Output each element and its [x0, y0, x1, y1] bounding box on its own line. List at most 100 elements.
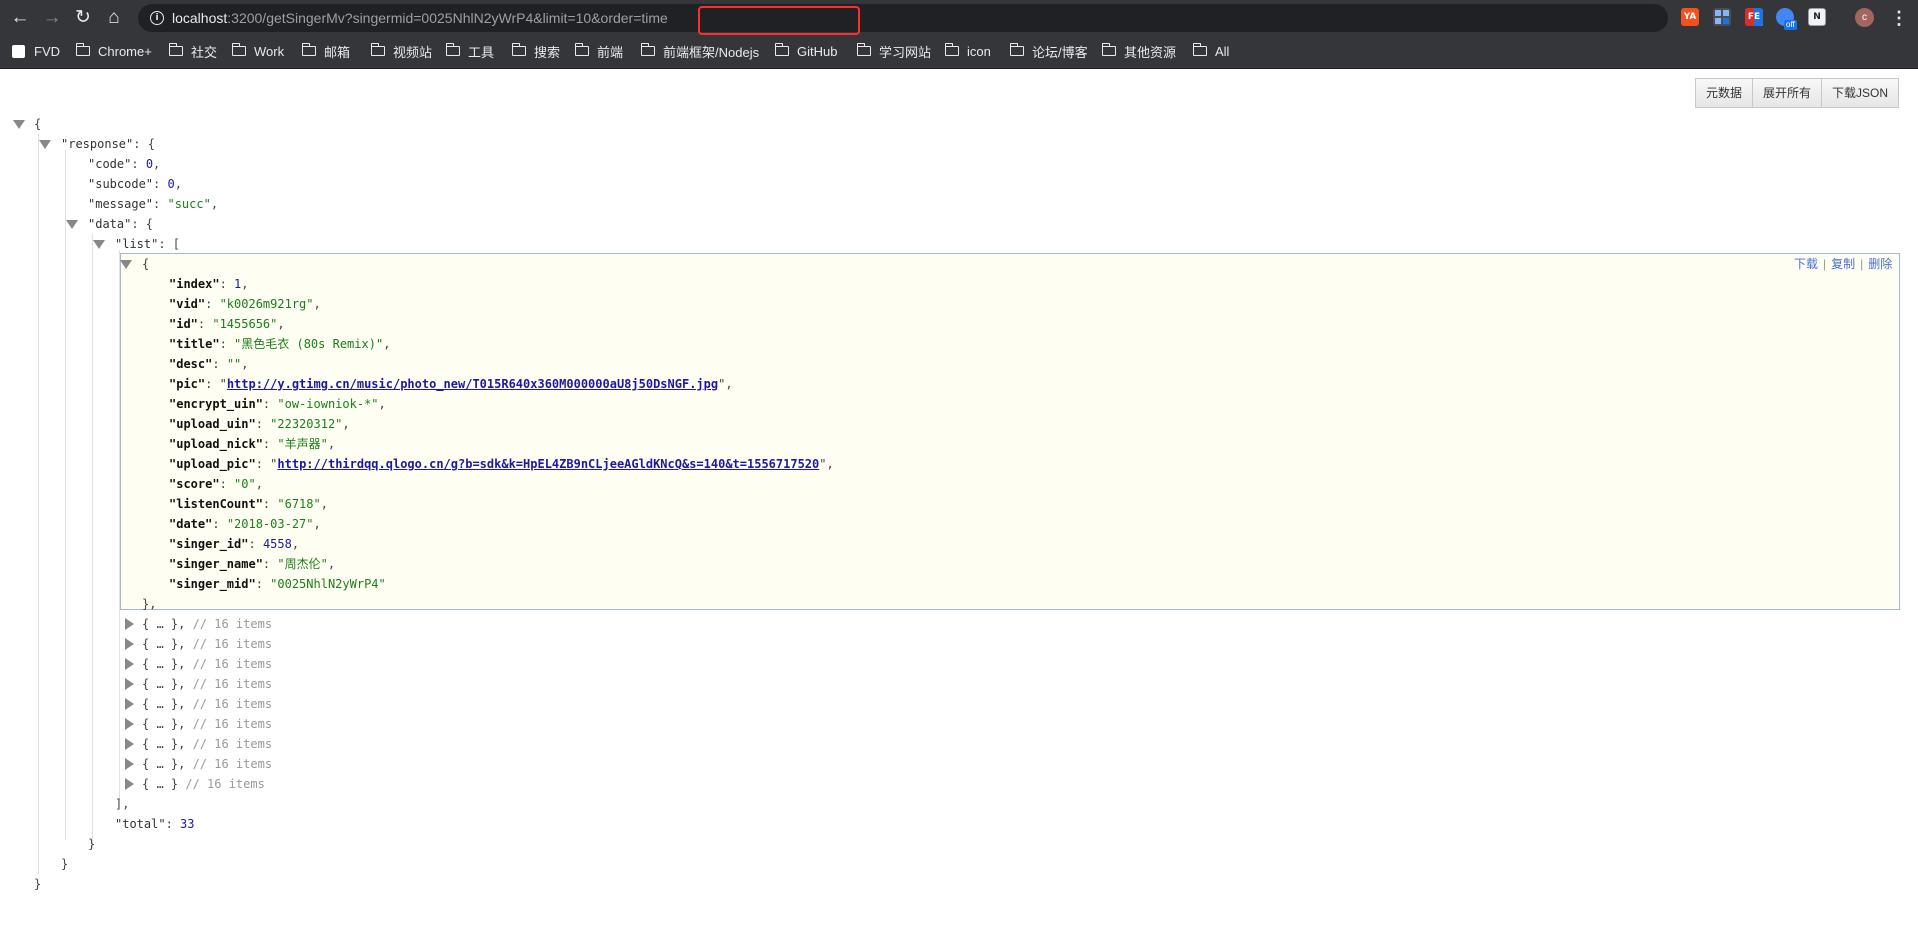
bookmark-item[interactable]: 论坛/博客	[1009, 36, 1088, 66]
json-key: "listenCount"	[169, 497, 263, 511]
expand-all-button[interactable]: 展开所有	[1752, 78, 1823, 108]
collapse-toggle-icon[interactable]	[39, 140, 51, 149]
bookmark-item[interactable]: 前端	[574, 36, 624, 66]
json-message-line: "message": "succ",	[88, 197, 219, 211]
json-item-open: {	[142, 257, 150, 271]
expand-toggle-icon[interactable]	[125, 758, 134, 770]
expand-toggle-icon[interactable]	[125, 718, 134, 730]
url-text[interactable]: localhost:3200/getSingerMv?singermid=002…	[172, 4, 668, 32]
bookmark-item[interactable]: 视频站	[370, 36, 432, 66]
expand-toggle-icon[interactable]	[125, 778, 134, 790]
json-collapsed-item: { … }, // 16 items	[142, 737, 273, 751]
json-data-line: "data": {	[88, 217, 154, 231]
delete-link[interactable]: 删除	[1868, 257, 1892, 271]
bookmark-item[interactable]: All	[1192, 36, 1229, 66]
json-link-value[interactable]: http://y.gtimg.cn/music/photo_new/T015R6…	[227, 377, 718, 391]
collapse-toggle-icon[interactable]	[93, 240, 105, 249]
json-field-line: "pic": "http://y.gtimg.cn/music/photo_ne…	[169, 377, 733, 391]
bookmark-label: 工具	[468, 44, 495, 60]
json-item-count-comment: // 16 items	[185, 777, 265, 791]
raw-data-button[interactable]: 元数据	[1695, 78, 1754, 108]
extension-ya-icon[interactable]: YA	[1681, 8, 1699, 26]
collapse-toggle-icon[interactable]	[66, 220, 78, 229]
bookmark-item[interactable]: 社交	[168, 36, 217, 66]
json-string: "6718"	[277, 497, 321, 511]
collapse-toggle-icon[interactable]	[13, 120, 25, 129]
forward-arrow-icon[interactable]: →	[40, 6, 64, 30]
url-path: :3200/getSingerMv?singermid=0025NhlN2yWr…	[227, 10, 668, 26]
json-field-line: "score": "0",	[169, 477, 263, 491]
json-item-count-comment: // 16 items	[192, 697, 273, 711]
json-key: "upload_nick"	[169, 437, 263, 451]
expand-toggle-icon[interactable]	[125, 698, 134, 710]
json-response-close: }	[61, 857, 69, 871]
expand-toggle-icon[interactable]	[125, 738, 134, 750]
json-link-value[interactable]: http://thirdqq.qlogo.cn/g?b=sdk&k=HpEL4Z…	[277, 457, 819, 471]
url-host: localhost	[172, 10, 228, 26]
folder-icon	[301, 43, 316, 56]
bookmark-label: 前端	[597, 44, 624, 60]
browser-toolbar: ← → ↻ ⌂ i localhost:3200/getSingerMv?sin…	[0, 0, 1918, 36]
json-number: 1	[234, 277, 242, 291]
site-info-icon[interactable]: i	[150, 11, 164, 25]
bookmark-item[interactable]: 邮箱	[301, 36, 350, 66]
json-item-count-comment: // 16 items	[192, 617, 273, 631]
json-collapsed-item: { … }, // 16 items	[142, 637, 273, 651]
folder-icon	[774, 43, 789, 56]
json-collapsed-item: { … }, // 16 items	[142, 697, 273, 711]
bookmark-item[interactable]: Chrome+	[75, 36, 152, 66]
folder-icon	[168, 43, 183, 56]
expand-toggle-icon[interactable]	[125, 658, 134, 670]
collapse-toggle-icon[interactable]	[120, 260, 132, 269]
json-collapsed-item: { … }, // 16 items	[142, 717, 273, 731]
json-key: "upload_uin"	[169, 417, 256, 431]
home-icon[interactable]: ⌂	[102, 6, 126, 30]
bookmark-item[interactable]: 工具	[445, 36, 495, 66]
json-string: "周杰伦"	[277, 557, 328, 571]
folder-icon	[1192, 43, 1207, 56]
json-string: "succ"	[167, 197, 211, 211]
bookmark-item[interactable]: Work	[231, 36, 284, 66]
reload-icon[interactable]: ↻	[71, 6, 95, 30]
json-key: "subcode"	[88, 177, 154, 191]
expand-toggle-icon[interactable]	[125, 678, 134, 690]
bookmark-item[interactable]: GitHub	[774, 36, 838, 66]
bookmark-item[interactable]: 前端框架/Nodejs	[640, 36, 759, 66]
expand-toggle-icon[interactable]	[125, 638, 134, 650]
json-string: "1455656"	[212, 317, 278, 331]
json-key: "index"	[169, 277, 220, 291]
back-arrow-icon[interactable]: ←	[8, 6, 32, 30]
download-json-button[interactable]: 下载JSON	[1821, 78, 1900, 108]
json-field-line: "upload_nick": "羊声器",	[169, 437, 336, 451]
json-root-close: }	[34, 877, 42, 891]
bookmark-label: 搜索	[534, 44, 561, 60]
extension-fe-icon[interactable]: FE	[1745, 8, 1763, 26]
extension-notion-icon[interactable]: N	[1808, 8, 1826, 26]
folder-icon	[640, 43, 655, 56]
json-string: "k0026m921rg"	[219, 297, 314, 311]
bookmark-label: GitHub	[797, 43, 838, 59]
bookmark-item[interactable]: 学习网站	[856, 36, 932, 66]
profile-avatar[interactable]: c	[1855, 8, 1874, 27]
bookmark-item[interactable]: 其他资源	[1101, 36, 1176, 66]
json-collapsed-item: { … } // 16 items	[142, 777, 265, 791]
download-link[interactable]: 下载	[1794, 257, 1818, 271]
bookmark-label: 学习网站	[879, 44, 932, 60]
copy-link[interactable]: 复制	[1831, 257, 1855, 271]
address-bar[interactable]: i localhost:3200/getSingerMv?singermid=0…	[138, 4, 1792, 35]
folder-icon	[1009, 43, 1024, 56]
json-key: "singer_id"	[169, 537, 249, 551]
json-item-highlight	[120, 253, 1900, 610]
browser-menu-icon[interactable]: ⋮	[1890, 6, 1908, 30]
json-key: "total"	[115, 817, 166, 831]
json-string: "22320312"	[270, 417, 343, 431]
bookmark-item[interactable]: icon	[944, 36, 991, 66]
url-query-highlight-annotation	[698, 6, 860, 35]
bookmark-item[interactable]: FVD	[12, 36, 60, 66]
bookmark-label: icon	[967, 43, 991, 59]
json-string: "2018-03-27"	[226, 517, 314, 531]
bookmark-item[interactable]: 搜索	[511, 36, 561, 66]
expand-toggle-icon[interactable]	[125, 618, 134, 630]
json-string: "黑色毛衣 (80s Remix)"	[234, 337, 384, 351]
extension-grid-icon[interactable]	[1713, 8, 1731, 26]
